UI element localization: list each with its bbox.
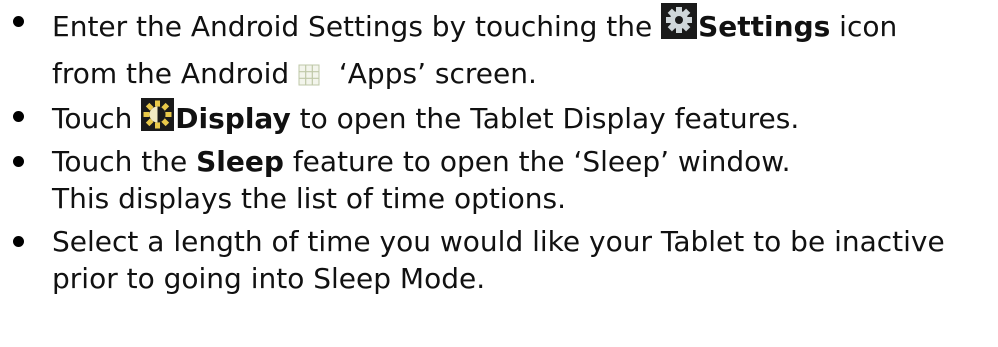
bullet-dot: [13, 111, 24, 122]
line-text: prior to going into Sleep Mode.: [52, 262, 486, 295]
line-text: Touch Display to open the Tablet Display…: [52, 98, 998, 137]
display-brightness-icon: [141, 98, 175, 131]
settings-keyword: Settings: [698, 10, 831, 43]
apps-grid-icon: [298, 64, 320, 86]
instruction-list: Enter the Android Settings by touching t…: [0, 3, 998, 297]
text-segment: Enter the Android Settings by touching t…: [52, 10, 662, 43]
list-item-touch-sleep: Touch the Sleep feature to open the ‘Sle…: [0, 143, 998, 217]
line-text: Enter the Android Settings by touching t…: [52, 3, 998, 45]
text-segment: icon: [830, 10, 898, 43]
bullet-dot: [13, 236, 24, 247]
text-segment: to open the Tablet Display features.: [290, 102, 800, 135]
list-item-touch-display: Touch Display to open the Tablet Display…: [0, 98, 998, 137]
list-item-select-time: Select a length of time you would like y…: [0, 223, 998, 297]
instruction-document: Enter the Android Settings by touching t…: [0, 0, 998, 347]
line-text: Touch the Sleep feature to open the ‘Sle…: [52, 143, 998, 180]
settings-gear-icon: [661, 3, 698, 39]
text-segment: feature to open the ‘Sleep’ window.: [283, 145, 791, 178]
list-item-enter-settings: Enter the Android Settings by touching t…: [0, 3, 998, 92]
bullet-dot: [13, 156, 24, 167]
line-text: from the Android ‘Apps’ screen.: [52, 55, 998, 92]
text-segment: ‘Apps’ screen.: [321, 57, 537, 90]
display-keyword: Display: [175, 102, 291, 135]
text-segment: Touch the: [52, 145, 197, 178]
text-segment: Touch: [52, 102, 142, 135]
bullet-dot: [13, 16, 24, 27]
sleep-keyword: Sleep: [196, 145, 284, 178]
line-text: This displays the list of time options.: [52, 182, 566, 215]
text-segment: from the Android: [52, 57, 299, 90]
line-text: Select a length of time you would like y…: [52, 225, 945, 258]
